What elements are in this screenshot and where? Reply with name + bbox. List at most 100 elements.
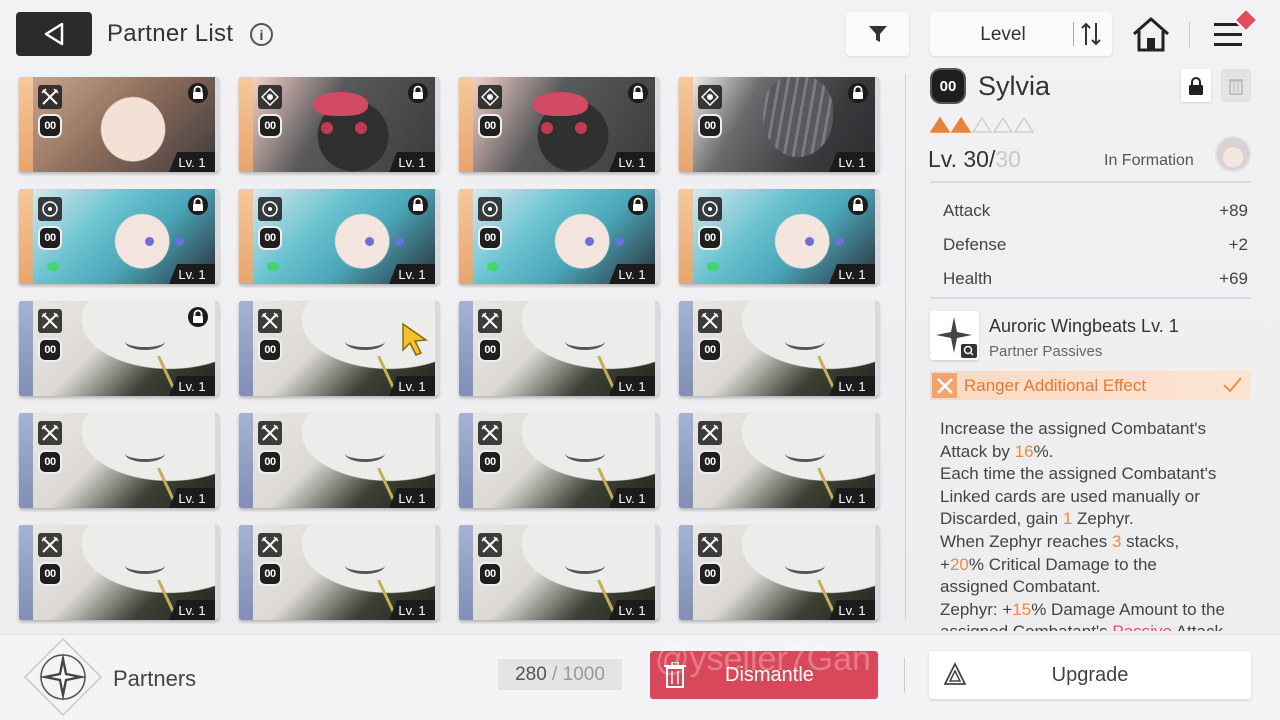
star-empty-icon [971,116,993,133]
level-max: 30 [995,146,1021,172]
stat-label: Health [943,269,993,288]
partner-card[interactable]: 00 Lv. 1 [239,525,439,620]
partner-detail-panel: 00 Sylvia Lv. 30/30 In Formation Attack … [928,66,1251,631]
slot-badge: 00 [258,226,282,250]
card-edge [435,301,439,396]
stats-table: Attack +89 Defense +2 Health +69 [930,181,1251,299]
filter-button[interactable] [846,12,909,56]
partner-card[interactable]: 00 Lv. 1 [19,525,219,620]
ring-icon [698,197,722,221]
partner-card[interactable]: 00 Lv. 1 [239,189,439,284]
partner-name: Sylvia [978,71,1051,101]
sword-cross-icon [698,533,722,557]
card-edge [875,301,879,396]
rarity-strip [459,189,473,284]
desc-line: Zephyr: +15% Damage Amount to the [940,599,1225,619]
target-icon [478,85,502,109]
target-icon [698,85,722,109]
dismantle-button[interactable]: Dismantle [650,651,878,699]
section-label: Partners [113,666,197,691]
sort-order-icon[interactable] [1080,21,1102,47]
partner-card[interactable]: 00 Lv. 1 [239,413,439,508]
partner-card[interactable]: 00 Lv. 1 [459,77,659,172]
ring-icon [38,197,62,221]
lock-icon [407,194,429,216]
desc-line: +20% Critical Damage to the [940,554,1157,574]
partner-card[interactable]: 00 Lv. 1 [239,77,439,172]
level-badge: Lv. 1 [389,152,435,172]
level-badge: Lv. 1 [389,600,435,620]
trash-icon [1229,78,1243,95]
card-edge [435,77,439,172]
slot-badge: 00 [478,114,502,138]
rarity-strip [239,189,253,284]
lock-icon [847,194,869,216]
rarity-strip [459,525,473,620]
rarity-strip [459,413,473,508]
partner-card[interactable]: 00 Lv. 1 [459,189,659,284]
level-badge: Lv. 1 [169,488,215,508]
rarity-strip [19,525,33,620]
slot-badge: 00 [478,338,502,362]
partner-card[interactable]: 00 Lv. 1 [19,301,219,396]
partner-grid: 00 Lv. 1 00 Lv. 1 00 Lv. 1 00 Lv. 1 00 Lv. 1 00 Lv.… [19,77,881,622]
lock-button[interactable] [1181,69,1211,102]
rarity-strip [19,189,33,284]
partner-card[interactable]: 00 Lv. 1 [679,301,879,396]
partner-card[interactable]: 00 Lv. 1 [19,413,219,508]
partner-card[interactable]: 00 Lv. 1 [459,301,659,396]
slot-badge: 00 [478,562,502,586]
desc-line: assigned Combatant's Passive Attack [940,621,1251,631]
level-current: Lv. 30/ [928,146,996,172]
effect-label: Ranger Additional Effect [964,376,1147,395]
level-badge: Lv. 1 [829,264,875,284]
sword-cross-icon [258,421,282,445]
desc-line: Discarded, gain 1 Zephyr. [940,509,1134,529]
card-edge [655,301,659,396]
sword-cross-icon [38,85,62,109]
home-icon[interactable] [1131,16,1171,54]
partner-level: Lv. 30/30 [928,146,1021,173]
level-badge: Lv. 1 [609,152,655,172]
sword-cross-icon [38,533,62,557]
avatar[interactable] [1215,136,1251,172]
rarity-strip [679,189,693,284]
back-button[interactable] [16,12,92,56]
info-icon[interactable]: i [250,23,273,46]
stat-row-health: Health +69 [930,251,1251,288]
lock-icon [407,82,429,104]
partner-card[interactable]: 00 Lv. 1 [679,525,879,620]
card-edge [435,189,439,284]
desc-line: assigned Combatant. [940,577,1101,597]
card-edge [215,77,219,172]
partner-card[interactable]: 00 Lv. 1 [459,525,659,620]
slot-badge: 00 [698,562,722,586]
passive-type: Partner Passives [989,343,1103,360]
page-title: Partner List [107,20,234,47]
partner-card[interactable]: 00 Lv. 1 [679,189,879,284]
partner-card[interactable]: 00 Lv. 1 [19,77,219,172]
sort-select[interactable]: Level [930,12,1112,56]
passive-skill-button[interactable] [930,311,979,360]
level-badge: Lv. 1 [609,376,655,396]
level-badge: Lv. 1 [829,488,875,508]
partner-card[interactable]: 00 Lv. 1 [679,413,879,508]
card-edge [215,525,219,620]
rarity-strip [459,301,473,396]
upgrade-button[interactable]: Upgrade [929,651,1251,699]
sword-cross-icon [258,309,282,333]
partner-slot-badge: 00 [930,68,966,104]
star-filled-icon [950,116,972,133]
level-badge: Lv. 1 [829,376,875,396]
partner-card[interactable]: 00 Lv. 1 [679,77,879,172]
delete-button[interactable] [1221,69,1251,102]
card-edge [875,525,879,620]
partner-card[interactable]: 00 Lv. 1 [19,189,219,284]
rarity-strip [239,301,253,396]
lock-icon [847,82,869,104]
partner-card[interactable]: 00 Lv. 1 [459,413,659,508]
sword-cross-icon [478,421,502,445]
formation-status: In Formation [1104,152,1194,169]
rarity-strip [239,413,253,508]
desc-line: Increase the assigned Combatant's [940,419,1206,438]
